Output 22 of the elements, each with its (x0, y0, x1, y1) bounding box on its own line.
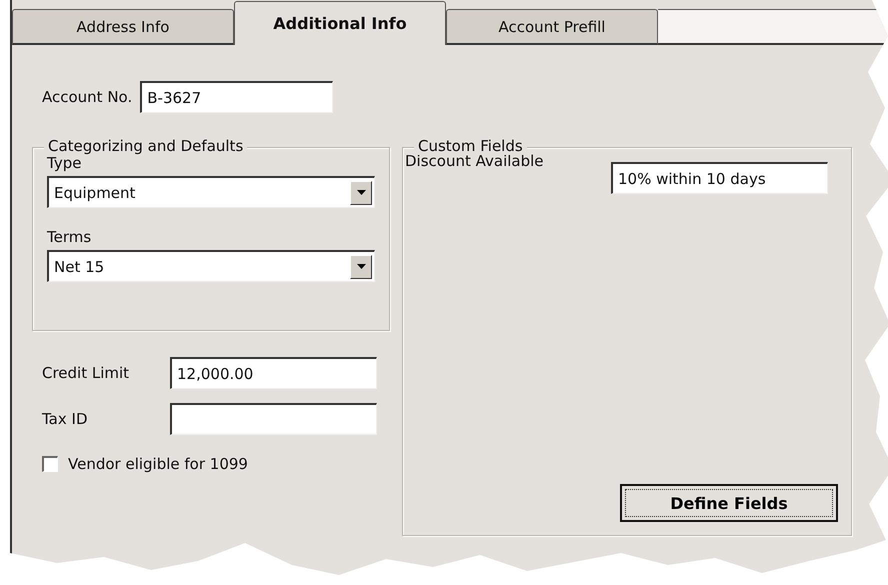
input-field[interactable] (170, 403, 377, 435)
input-field[interactable]: 10% within 10 days (611, 162, 828, 194)
field-label: Type (47, 154, 82, 172)
define-fields-button[interactable]: Define Fields (620, 484, 838, 522)
dropdown[interactable]: Net 15 (47, 250, 375, 282)
group-title: Categorizing and Defaults (44, 137, 248, 155)
dropdown[interactable]: Equipment (47, 176, 375, 208)
field-label: Credit Limit (42, 364, 130, 382)
checkbox-label: Vendor eligible for 1099 (68, 455, 248, 473)
tab[interactable]: Address Info (12, 9, 234, 45)
field-label: Terms (47, 228, 92, 246)
field-label: Tax ID (42, 410, 88, 428)
group-title: Custom Fields (414, 137, 527, 155)
caret-icon (356, 190, 366, 195)
checkbox[interactable] (42, 456, 58, 472)
tab[interactable]: Additional Info (234, 1, 446, 45)
input-field[interactable]: 12,000.00 (170, 357, 377, 389)
tab[interactable]: Account Prefill (446, 9, 658, 45)
field-label: Discount Available (405, 152, 545, 170)
input-field[interactable]: B-3627 (140, 81, 334, 113)
caret-icon (356, 264, 366, 269)
field-label: Account No. (42, 88, 132, 106)
